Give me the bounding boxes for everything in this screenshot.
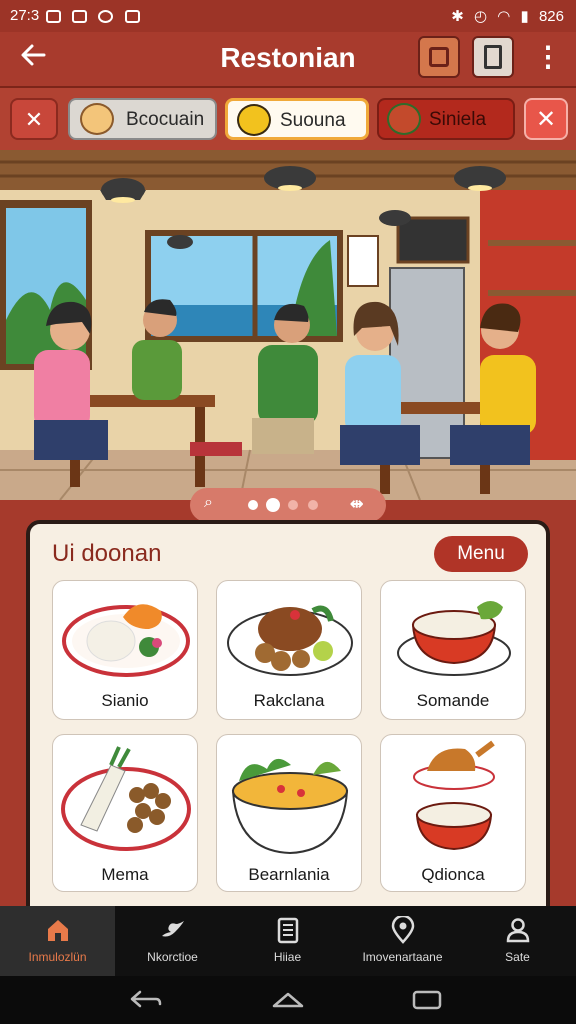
dish-name: Bearnlania bbox=[248, 865, 330, 884]
nav-label: Nkorctioe bbox=[147, 950, 198, 964]
dish-card[interactable]: Rakclana bbox=[216, 580, 362, 720]
dish-image bbox=[413, 740, 495, 851]
gallery-icon bbox=[46, 9, 61, 23]
chip-label: Suouna bbox=[280, 110, 346, 131]
nav-label: Inmulozlün bbox=[28, 950, 87, 964]
dish-name: Sianio bbox=[101, 691, 149, 710]
message-icon bbox=[124, 9, 140, 23]
nav-item-nkorctioe[interactable]: Nkorctioe bbox=[115, 906, 230, 976]
nav-item-home[interactable]: Inmulozlün bbox=[0, 906, 115, 976]
nav-item-hiiae[interactable]: Hiiae bbox=[230, 906, 345, 976]
wifi-icon: ◠ bbox=[497, 8, 511, 25]
system-recents-icon[interactable] bbox=[410, 986, 446, 1014]
signal-icon: ▮ bbox=[520, 8, 529, 25]
dish-name: Mema bbox=[101, 865, 149, 884]
dish-image bbox=[62, 604, 190, 677]
frame-icon bbox=[429, 47, 449, 67]
dish-card[interactable]: Bearnlania bbox=[216, 734, 362, 892]
nav-item-imovenartaane[interactable]: Imovenartaane bbox=[345, 906, 460, 976]
dish-image bbox=[227, 605, 353, 676]
document-icon bbox=[277, 917, 298, 944]
bird-icon bbox=[161, 921, 184, 937]
utensils-icon bbox=[387, 103, 421, 135]
page-dot[interactable] bbox=[248, 500, 258, 510]
bookmark-icon bbox=[484, 45, 502, 69]
dish-card[interactable]: Qdionca bbox=[380, 734, 526, 892]
menu-button[interactable]: Menu bbox=[434, 536, 528, 572]
section-title: Ui doonan bbox=[52, 540, 162, 567]
dish-image bbox=[61, 746, 191, 851]
dish-image bbox=[397, 601, 511, 676]
chip-siniela[interactable]: Siniela bbox=[377, 98, 515, 140]
status-notification-icons bbox=[46, 7, 147, 24]
dish-card[interactable]: Somande bbox=[380, 580, 526, 720]
chip-bcocuain[interactable]: Bcocuain bbox=[68, 98, 217, 140]
close-button[interactable]: ✕ bbox=[524, 98, 568, 140]
system-home-icon[interactable] bbox=[270, 986, 306, 1014]
page-dot[interactable] bbox=[308, 500, 318, 510]
battery-level: 826 bbox=[538, 8, 564, 25]
chip-suouna[interactable]: Suouna bbox=[225, 98, 369, 140]
system-back-icon[interactable] bbox=[128, 986, 164, 1014]
close-icon: ✕ bbox=[535, 106, 557, 133]
dish-name: Somande bbox=[416, 691, 490, 710]
page-dot[interactable] bbox=[288, 500, 298, 510]
page-dot-active[interactable] bbox=[268, 500, 278, 510]
carousel-indicator[interactable]: ⌕ ⇹ bbox=[190, 488, 386, 522]
status-right: ✱ ◴ ◠ ▮ 826 bbox=[445, 7, 564, 25]
settings-status-icon bbox=[98, 9, 114, 23]
more-vertical-icon[interactable]: ⋮ bbox=[534, 40, 562, 74]
expand-icon[interactable]: ⇹ bbox=[350, 494, 363, 514]
alarm-icon: ◴ bbox=[474, 8, 488, 25]
media-icon bbox=[72, 9, 88, 23]
frame-button[interactable] bbox=[418, 36, 460, 78]
chip-label: Siniela bbox=[429, 109, 487, 130]
bookmark-button[interactable] bbox=[472, 36, 514, 78]
dish-name: Rakclana bbox=[253, 691, 325, 710]
nav-label: Imovenartaane bbox=[362, 950, 443, 964]
nav-label: Hiiae bbox=[273, 950, 302, 964]
dish-card[interactable]: Mema bbox=[52, 734, 198, 892]
location-pin-icon bbox=[391, 916, 414, 944]
shuffle-icon: ✕ bbox=[24, 107, 44, 132]
status-bar: 27:3 ✱ ◴ ◠ ▮ 826 bbox=[0, 0, 576, 32]
search-icon[interactable]: ⌕ bbox=[204, 494, 213, 512]
shuffle-button[interactable]: ✕ bbox=[10, 98, 58, 140]
home-icon bbox=[47, 920, 68, 941]
bottom-navigation: Inmulozlün Nkorctioe Hiiae Imovenartaane… bbox=[0, 906, 576, 976]
chip-label: Bcocuain bbox=[126, 109, 205, 130]
dish-name: Qdionca bbox=[421, 865, 485, 884]
nav-label: Sate bbox=[505, 950, 530, 964]
restaurant-illustration bbox=[0, 150, 576, 500]
dish-card[interactable]: Sianio bbox=[52, 580, 198, 720]
pasta-icon bbox=[237, 104, 271, 136]
nav-item-sate[interactable]: Sate bbox=[460, 906, 575, 976]
app-bar: Restonian ⋮ bbox=[0, 32, 576, 88]
food-bowl-icon bbox=[80, 103, 114, 135]
status-time: 27:3 bbox=[10, 7, 40, 24]
system-navigation-bar bbox=[0, 976, 576, 1024]
menu-card: Ui doonan Menu Sianio Rakclana Somande M… bbox=[26, 520, 550, 920]
dish-image bbox=[231, 758, 349, 855]
filter-chip-bar: ✕ Bcocuain Suouna Siniela ✕ bbox=[0, 88, 576, 150]
person-icon bbox=[506, 918, 529, 943]
bluetooth-icon: ✱ bbox=[451, 8, 464, 25]
